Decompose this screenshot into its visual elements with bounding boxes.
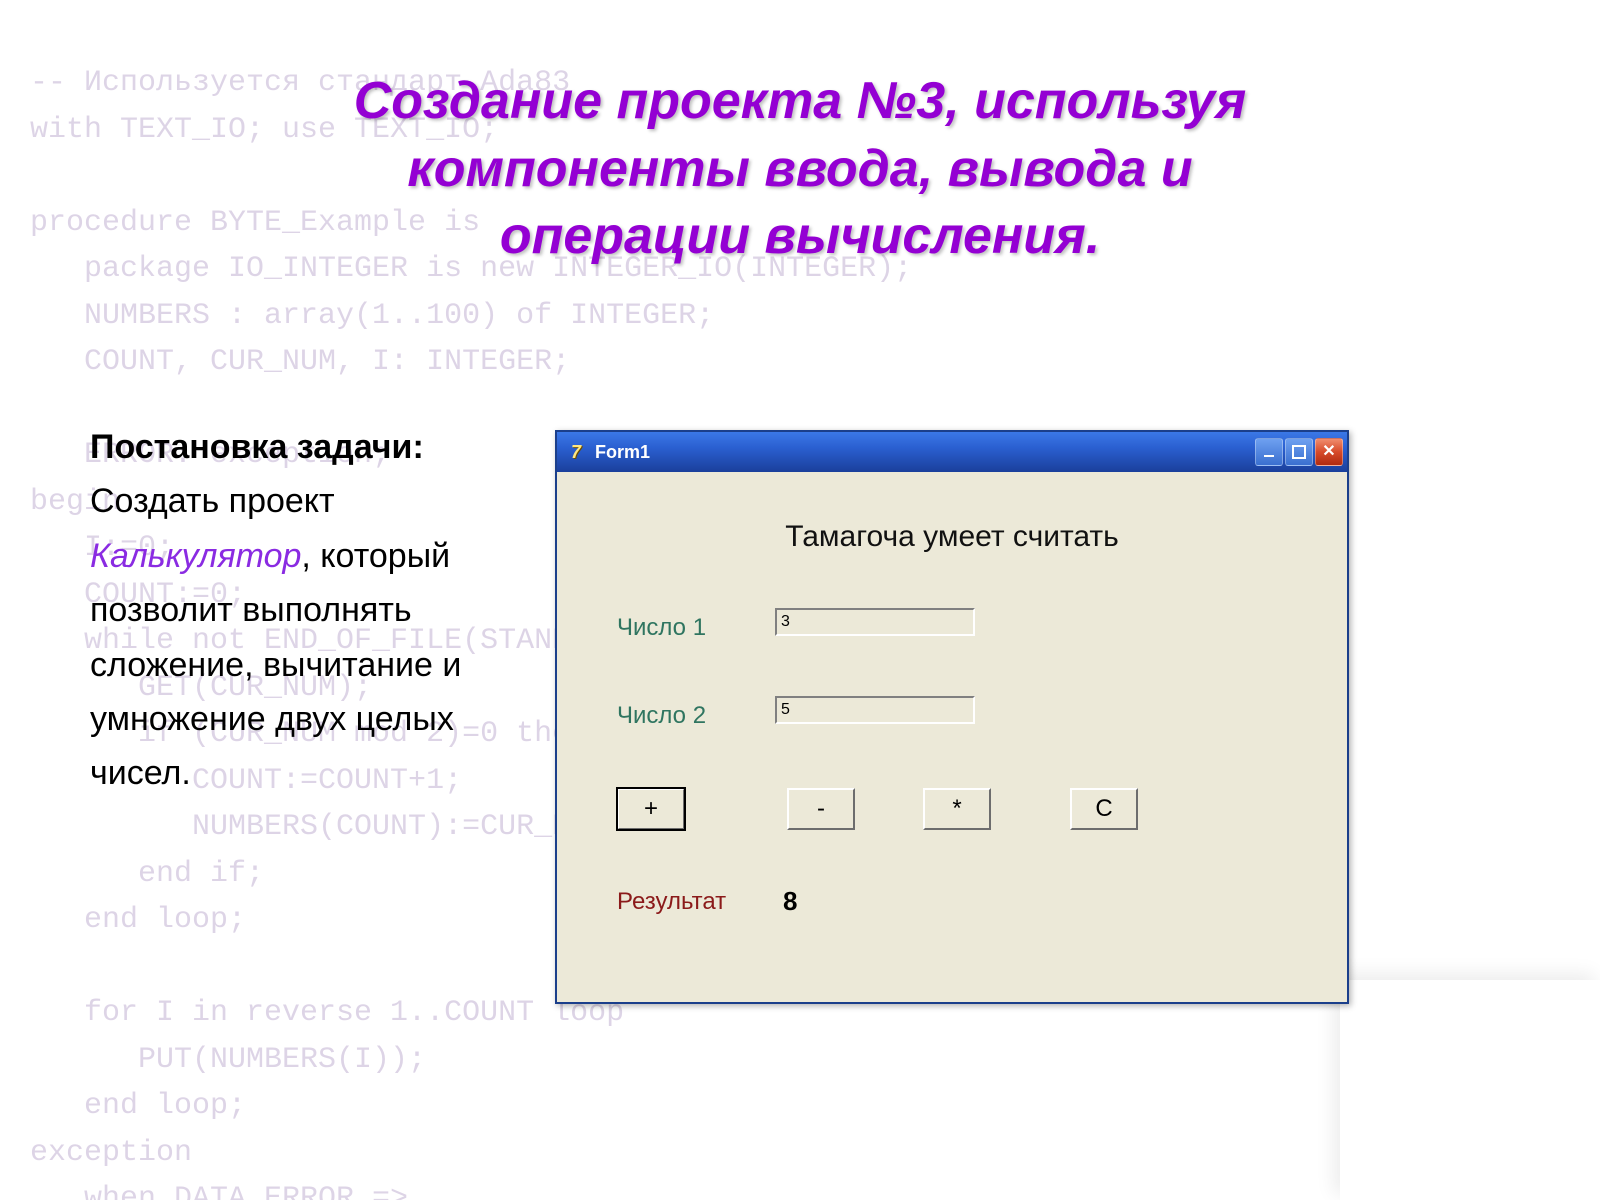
form-body: Тамагоча умеет считать Число 1 Число 2 +… — [557, 472, 1347, 1002]
slide-title-line1: Создание проекта №3, используя — [354, 72, 1247, 130]
minimize-icon — [1264, 455, 1274, 457]
form1-window: 7 Form1 ✕ Тамагоча умеет считать Число 1… — [555, 430, 1349, 1004]
multiply-button[interactable]: * — [923, 788, 991, 830]
result-value: 8 — [783, 886, 797, 917]
slide-title: Создание проекта №3, используя компонент… — [0, 68, 1600, 271]
task-heading: Постановка задачи: — [90, 428, 424, 466]
app-heading: Тамагоча умеет считать — [557, 520, 1347, 554]
result-label: Результат — [617, 888, 726, 916]
task-line1: Создать проект — [90, 482, 335, 520]
clear-button[interactable]: С — [1070, 788, 1138, 830]
num1-input[interactable] — [775, 608, 975, 636]
plus-button[interactable]: + — [617, 788, 685, 830]
task-block: Постановка задачи: Создать проект Кальку… — [90, 420, 520, 801]
close-icon: ✕ — [1322, 445, 1335, 459]
maximize-button[interactable] — [1285, 438, 1313, 466]
slide-title-line3: операции вычисления. — [500, 207, 1100, 265]
maximize-icon — [1292, 445, 1306, 459]
num2-label: Число 2 — [617, 702, 706, 730]
slide-title-line2: компоненты ввода, вывода и — [407, 140, 1192, 198]
window-title: Form1 — [595, 442, 1255, 463]
minus-button[interactable]: - — [787, 788, 855, 830]
num1-label: Число 1 — [617, 614, 706, 642]
delphi-icon: 7 — [565, 441, 587, 463]
minimize-button[interactable] — [1255, 438, 1283, 466]
task-line2: , который позволит выполнять сложение, в… — [90, 537, 461, 793]
num2-input[interactable] — [775, 696, 975, 724]
titlebar[interactable]: 7 Form1 ✕ — [557, 432, 1347, 472]
close-button[interactable]: ✕ — [1315, 438, 1343, 466]
task-emphasis: Калькулятор — [90, 537, 301, 575]
window-buttons: ✕ — [1255, 438, 1343, 466]
corner-fold-decor — [1340, 980, 1600, 1200]
